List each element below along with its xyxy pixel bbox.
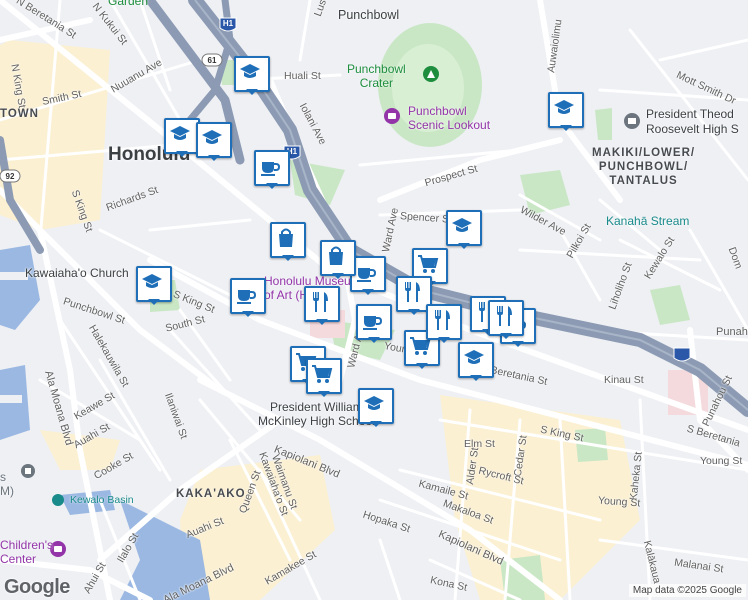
school-marker[interactable] [136, 266, 172, 305]
restaurant-marker[interactable] [304, 286, 340, 325]
school-marker[interactable] [196, 122, 232, 161]
map-base-layer [0, 0, 748, 600]
school-marker[interactable] [234, 56, 270, 95]
school-marker[interactable] [446, 210, 482, 249]
school-marker[interactable] [458, 342, 494, 381]
school-marker[interactable] [548, 92, 584, 131]
map-attribution[interactable]: Map data ©2025 Google [628, 584, 746, 597]
cafe-marker[interactable] [230, 278, 266, 317]
route-61-shield: 61 [207, 56, 217, 65]
shopping-bag-marker[interactable] [320, 240, 356, 279]
cafe-marker[interactable] [254, 150, 290, 189]
restaurant-marker[interactable] [426, 304, 462, 343]
h1-shield: H1 [222, 19, 234, 28]
school-marker[interactable] [164, 118, 200, 157]
google-logo[interactable]: Google [4, 576, 70, 599]
school-marker[interactable] [358, 388, 394, 427]
map-canvas[interactable]: Garden Punchbowl Punchbowl Crater Punchb… [0, 0, 748, 600]
shopping-cart-marker[interactable] [306, 358, 342, 397]
shopping-bag-marker[interactable] [270, 222, 306, 261]
restaurant-marker[interactable] [488, 300, 524, 339]
cafe-marker[interactable] [356, 304, 392, 343]
route-92-shield: 92 [5, 172, 15, 181]
